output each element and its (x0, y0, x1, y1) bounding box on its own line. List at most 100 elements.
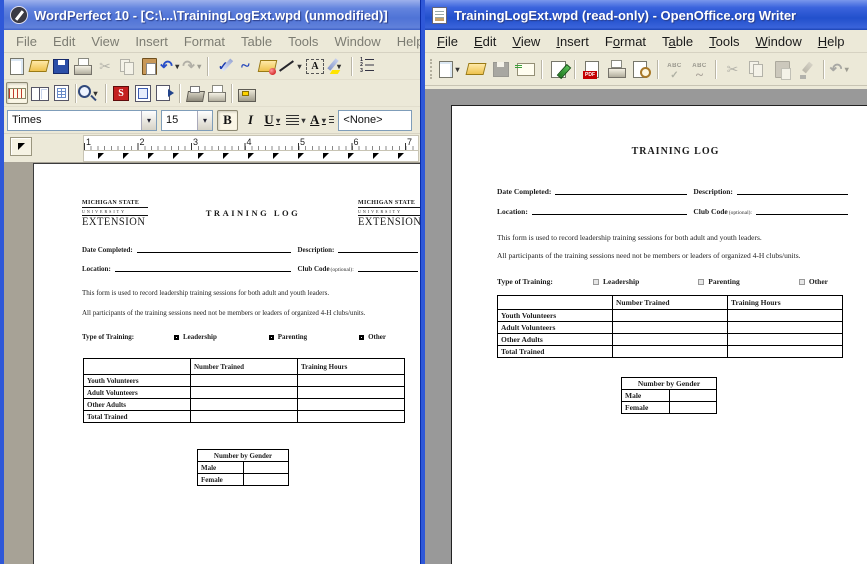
bold-button[interactable]: B (217, 110, 238, 131)
checkbox-icon[interactable] (269, 335, 274, 340)
tab-marker-icon[interactable] (248, 153, 254, 159)
wp-menu-item[interactable]: Table (233, 32, 280, 51)
oo-menu-item[interactable]: File (429, 32, 466, 51)
oo-menu-item[interactable]: View (504, 32, 548, 51)
oo-menu-item[interactable]: Window (748, 32, 810, 51)
grammatik-icon[interactable] (234, 55, 256, 77)
tab-marker-icon[interactable] (273, 153, 279, 159)
page-preview-icon[interactable] (629, 57, 654, 82)
fit-page-icon[interactable] (132, 82, 154, 104)
tab-marker-icon[interactable] (223, 153, 229, 159)
export-pdf-icon[interactable] (579, 57, 604, 82)
wp-menu-item[interactable]: Format (176, 32, 233, 51)
wp-document-page[interactable]: MICHIGAN STATE UNIVERSITY EXTENSION TRAI… (33, 163, 427, 564)
wp-menu-item[interactable]: Edit (45, 32, 83, 51)
tab-marker-icon[interactable] (148, 153, 154, 159)
justification-button[interactable] (286, 110, 308, 131)
tab-marker-icon[interactable] (98, 153, 104, 159)
ruler-bar-icon[interactable] (6, 82, 28, 104)
oo-document-page[interactable]: TRAINING LOG Date Completed: Description… (451, 105, 867, 564)
chevron-down-icon[interactable] (197, 111, 212, 130)
numbered-list-icon[interactable] (356, 55, 378, 77)
underline-button[interactable]: U (263, 110, 284, 131)
checkbox-icon[interactable] (593, 279, 599, 285)
dropdown-arrow-icon[interactable] (319, 110, 328, 131)
new-document-icon[interactable] (438, 57, 463, 82)
spell-check-icon[interactable] (212, 55, 234, 77)
new-document-icon[interactable] (6, 55, 28, 77)
open-icon[interactable] (463, 57, 488, 82)
oo-menu-item[interactable]: Format (597, 32, 654, 51)
oo-menu-item[interactable]: Tools (701, 32, 747, 51)
save-icon[interactable] (50, 55, 72, 77)
font-attributes-button[interactable]: A (310, 110, 334, 131)
oo-menu-item[interactable]: Insert (548, 32, 597, 51)
save-icon[interactable] (488, 57, 513, 82)
cut-icon[interactable] (94, 55, 116, 77)
print-icon[interactable] (604, 57, 629, 82)
wp-menu-item[interactable]: View (83, 32, 127, 51)
oo-menu-item[interactable]: Help (810, 32, 853, 51)
dropdown-arrow-icon[interactable] (91, 82, 100, 104)
wp-ruler[interactable]: 1234567 (4, 134, 427, 163)
toolbar-grip[interactable] (430, 59, 435, 79)
text-box-icon[interactable] (304, 55, 326, 77)
oo-menu-item[interactable]: Table (654, 32, 701, 51)
oo-title-bar[interactable]: TrainingLogExt.wpd (read-only) - OpenOff… (425, 0, 867, 30)
wp-title-bar[interactable]: WordPerfect 10 - [C:\...\TrainingLogExt.… (4, 0, 427, 30)
tab-marker-icon[interactable] (173, 153, 179, 159)
page-columns-icon[interactable] (50, 82, 72, 104)
checkbox-icon[interactable] (799, 279, 805, 285)
italic-button[interactable]: I (240, 110, 261, 131)
tab-marker-icon[interactable] (373, 153, 379, 159)
ruler-scale[interactable]: 1234567 (83, 135, 419, 151)
wp-menu-item[interactable]: Tools (280, 32, 326, 51)
edit-file-icon[interactable] (546, 57, 571, 82)
dropdown-arrow-icon[interactable] (335, 55, 344, 77)
two-pages-view-icon[interactable] (28, 82, 50, 104)
dropdown-arrow-icon[interactable] (173, 55, 182, 77)
format-paintbrush-icon[interactable] (795, 57, 820, 82)
tab-marker-icon[interactable] (298, 153, 304, 159)
checkbox-icon[interactable] (359, 335, 364, 340)
dropdown-arrow-icon[interactable] (295, 55, 304, 77)
scrapbook-icon[interactable] (110, 82, 132, 104)
oo-menu-item[interactable]: Edit (466, 32, 504, 51)
tab-selector-icon[interactable] (10, 137, 32, 156)
paste-icon[interactable] (138, 55, 160, 77)
auto-spellcheck-icon[interactable] (687, 57, 712, 82)
tab-marker-icon[interactable] (323, 153, 329, 159)
copy-icon[interactable] (116, 55, 138, 77)
highlight-icon[interactable] (326, 55, 348, 77)
spellcheck-icon[interactable] (662, 57, 687, 82)
chevron-down-icon[interactable] (141, 111, 156, 130)
print-page-icon[interactable] (206, 82, 228, 104)
copy-icon[interactable] (745, 57, 770, 82)
dropdown-arrow-icon[interactable] (274, 110, 283, 131)
next-page-icon[interactable] (154, 82, 176, 104)
dropdown-arrow-icon[interactable] (195, 55, 204, 77)
checkbox-icon[interactable] (174, 335, 179, 340)
zoom-icon[interactable] (80, 82, 102, 104)
wp-menu-item[interactable]: Window (326, 32, 388, 51)
fax-icon[interactable] (236, 82, 258, 104)
dropdown-arrow-icon[interactable] (842, 57, 851, 82)
wp-menu-item[interactable]: Insert (127, 32, 176, 51)
tab-marker-strip[interactable] (83, 151, 419, 162)
print-icon[interactable] (72, 55, 94, 77)
tab-marker-icon[interactable] (123, 153, 129, 159)
dropdown-arrow-icon[interactable] (299, 110, 308, 131)
open-icon[interactable] (28, 55, 50, 77)
draw-line-icon[interactable] (278, 55, 304, 77)
undo-icon[interactable] (828, 57, 853, 82)
undo-icon[interactable] (160, 55, 182, 77)
dropdown-arrow-icon[interactable] (453, 57, 462, 82)
email-document-icon[interactable] (513, 57, 538, 82)
font-size-combo[interactable]: 15 (161, 110, 213, 131)
style-combo[interactable]: <None> (338, 110, 412, 131)
tab-marker-icon[interactable] (348, 153, 354, 159)
quickfinder-icon[interactable] (256, 55, 278, 77)
paste-icon[interactable] (770, 57, 795, 82)
redo-icon[interactable] (182, 55, 204, 77)
wp-menu-item[interactable]: File (8, 32, 45, 51)
